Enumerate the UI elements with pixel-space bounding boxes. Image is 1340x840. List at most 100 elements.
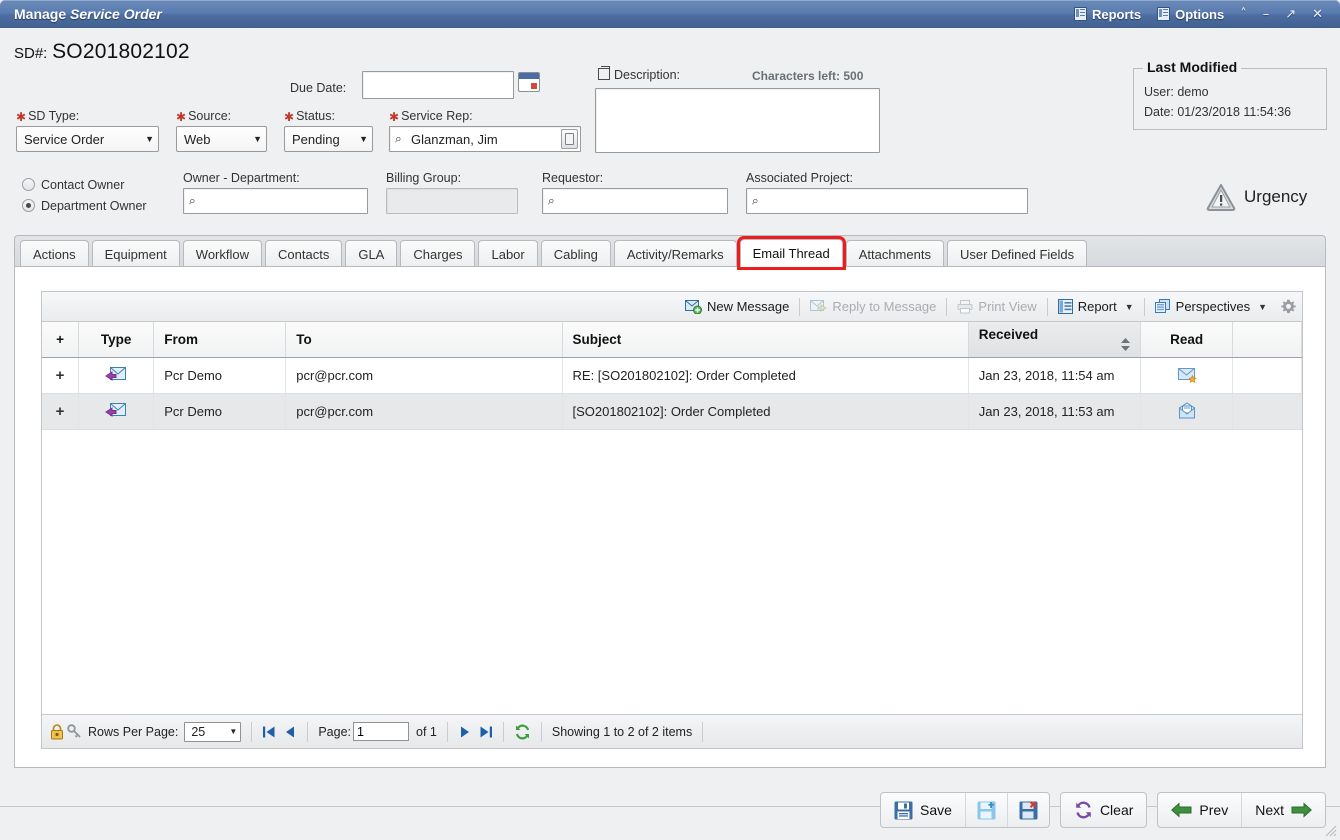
column-from[interactable]: From bbox=[154, 322, 286, 357]
tab-contacts[interactable]: Contacts bbox=[265, 240, 342, 267]
row-from-cell: Pcr Demo bbox=[154, 357, 286, 393]
department-owner-radio[interactable] bbox=[22, 199, 35, 212]
footer-separator bbox=[541, 722, 542, 742]
save-button[interactable]: Save bbox=[881, 793, 966, 827]
copy-icon bbox=[598, 68, 610, 80]
tab-cabling[interactable]: Cabling bbox=[541, 240, 611, 267]
status-select[interactable]: Pending▼ bbox=[284, 126, 373, 152]
column-read[interactable]: Read bbox=[1141, 322, 1232, 357]
collapse-button[interactable]: ˄ bbox=[1233, 5, 1254, 24]
service-rep-picker-button[interactable] bbox=[561, 129, 578, 149]
save-delete-icon bbox=[1019, 801, 1038, 820]
source-select[interactable]: Web▼ bbox=[176, 126, 267, 152]
expand-row-button[interactable]: + bbox=[56, 367, 65, 384]
minimize-button[interactable]: – bbox=[1256, 5, 1277, 24]
footer-separator bbox=[447, 722, 448, 742]
description-textarea[interactable] bbox=[595, 88, 880, 153]
save-icon bbox=[894, 801, 913, 820]
column-type[interactable]: Type bbox=[79, 322, 154, 357]
owner-department-input[interactable] bbox=[183, 188, 368, 214]
last-page-button[interactable] bbox=[479, 725, 493, 739]
reports-menu[interactable]: Reports bbox=[1067, 4, 1148, 25]
status-label: ✱Status: bbox=[284, 109, 335, 124]
tab-workflow[interactable]: Workflow bbox=[183, 240, 262, 267]
row-spacer-cell bbox=[1232, 393, 1301, 429]
search-icon: ⌕ bbox=[548, 194, 555, 209]
next-button[interactable]: Next bbox=[1242, 793, 1325, 827]
save-and-delete-button[interactable] bbox=[1008, 793, 1049, 827]
description-label-text: Description: bbox=[614, 68, 680, 82]
page-of-label: of 1 bbox=[416, 725, 437, 739]
column-to[interactable]: To bbox=[286, 322, 562, 357]
rows-per-page-select[interactable]: 25▼ bbox=[184, 722, 241, 742]
last-modified-legend: Last Modified bbox=[1143, 59, 1241, 75]
department-owner-radio-row[interactable]: Department Owner bbox=[22, 199, 147, 213]
contact-owner-radio[interactable] bbox=[22, 178, 35, 191]
expand-row-button[interactable]: + bbox=[56, 403, 65, 420]
tab-gla[interactable]: GLA bbox=[345, 240, 397, 267]
row-read-cell bbox=[1141, 357, 1232, 393]
row-to-cell: pcr@pcr.com bbox=[286, 393, 562, 429]
last-modified-date: Date: 01/23/2018 11:54:36 bbox=[1144, 105, 1291, 119]
clear-label: Clear bbox=[1100, 802, 1133, 818]
source-label-text: Source: bbox=[188, 109, 231, 123]
row-expand-cell[interactable]: + bbox=[42, 357, 79, 393]
row-type-cell bbox=[79, 357, 154, 393]
window-title-prefix: Manage bbox=[14, 6, 70, 22]
first-page-button[interactable] bbox=[262, 725, 276, 739]
column-received[interactable]: Received bbox=[968, 322, 1141, 357]
table-row[interactable]: + Pcr Demo pcr@pcr.com [SO201802102]: bbox=[42, 393, 1302, 429]
row-read-cell bbox=[1141, 393, 1232, 429]
save-and-new-button[interactable] bbox=[966, 793, 1008, 827]
footer-separator bbox=[307, 722, 308, 742]
due-date-input[interactable] bbox=[362, 71, 514, 99]
column-expand[interactable]: + bbox=[42, 322, 79, 357]
window-title-bar-actions: Reports Options ˄ – ↗ ✕ bbox=[1067, 4, 1340, 25]
requestor-input[interactable] bbox=[542, 188, 728, 214]
resize-handle[interactable] bbox=[1325, 825, 1337, 837]
options-menu[interactable]: Options bbox=[1150, 4, 1231, 25]
prev-button[interactable]: Prev bbox=[1158, 793, 1242, 827]
restore-button[interactable]: ↗ bbox=[1278, 5, 1303, 24]
grid-toolbar: New Message Reply to Message bbox=[42, 292, 1302, 322]
previous-page-button[interactable] bbox=[283, 725, 297, 739]
requestor-lookup: ⌕ bbox=[542, 188, 728, 214]
tab-attachments[interactable]: Attachments bbox=[846, 240, 944, 267]
tab-label: Activity/Remarks bbox=[627, 247, 724, 262]
gear-icon[interactable] bbox=[1281, 299, 1296, 314]
tab-labor[interactable]: Labor bbox=[478, 240, 537, 267]
calendar-icon[interactable] bbox=[518, 72, 540, 92]
perspectives-button[interactable]: Perspectives ▼ bbox=[1147, 297, 1275, 316]
column-subject[interactable]: Subject bbox=[562, 322, 968, 357]
billing-group-label: Billing Group: bbox=[386, 171, 461, 185]
service-rep-input[interactable] bbox=[389, 126, 581, 152]
table-row[interactable]: + Pcr Demo pcr@pcr.com RE: [SO2018021 bbox=[42, 357, 1302, 393]
chevron-down-icon: ▼ bbox=[229, 727, 237, 736]
next-page-button[interactable] bbox=[458, 725, 472, 739]
contact-owner-radio-row[interactable]: Contact Owner bbox=[22, 178, 124, 192]
associated-project-input[interactable] bbox=[746, 188, 1028, 214]
sd-number-value: SO201802102 bbox=[52, 40, 190, 63]
sd-type-select[interactable]: Service Order▼ bbox=[16, 126, 159, 152]
tab-charges[interactable]: Charges bbox=[400, 240, 475, 267]
refresh-icon[interactable] bbox=[514, 724, 531, 740]
key-icon[interactable] bbox=[67, 724, 82, 740]
close-button[interactable]: ✕ bbox=[1305, 5, 1330, 24]
row-expand-cell[interactable]: + bbox=[42, 393, 79, 429]
urgency-button[interactable]: Urgency bbox=[1206, 183, 1307, 211]
lock-icon[interactable] bbox=[50, 724, 64, 740]
tab-activity-remarks[interactable]: Activity/Remarks bbox=[614, 240, 737, 267]
tab-actions[interactable]: Actions bbox=[20, 240, 89, 267]
email-incoming-icon bbox=[105, 402, 127, 420]
page-number-input[interactable] bbox=[353, 722, 409, 741]
chevron-down-icon: ▼ bbox=[1258, 302, 1267, 312]
table-body: + Pcr Demo pcr@pcr.com RE: [SO2018021 bbox=[42, 357, 1302, 429]
tab-equipment[interactable]: Equipment bbox=[92, 240, 180, 267]
report-button[interactable]: Report ▼ bbox=[1050, 297, 1142, 316]
clear-button[interactable]: Clear bbox=[1061, 793, 1146, 827]
new-message-button[interactable]: New Message bbox=[677, 297, 797, 316]
last-modified-panel: Last Modified User: demo Date: 01/23/201… bbox=[1133, 68, 1327, 130]
tab-email-thread[interactable]: Email Thread bbox=[740, 239, 843, 267]
tab-user-defined-fields[interactable]: User Defined Fields bbox=[947, 240, 1087, 267]
owner-department-lookup: ⌕ bbox=[183, 188, 368, 214]
